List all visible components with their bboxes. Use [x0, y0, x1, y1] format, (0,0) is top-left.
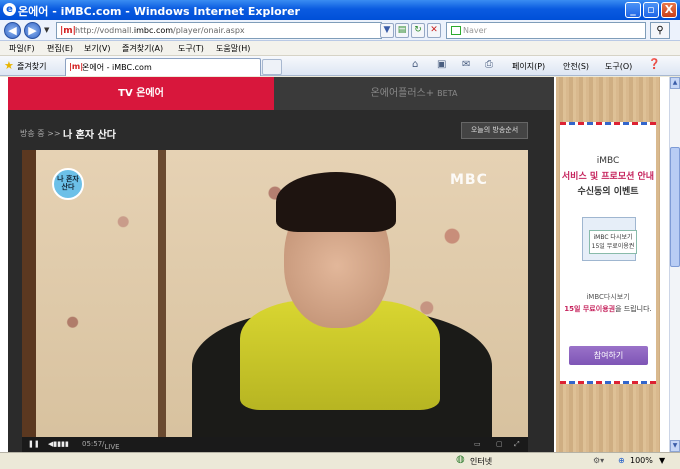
- menu-help[interactable]: 도움말(H): [216, 43, 250, 54]
- beta-badge: BETA: [437, 89, 458, 98]
- video-scene-hair: [276, 172, 396, 232]
- page-content: TV 온에어 온에어플러스+ BETA 방송 중 >> 나 혼자 산다 오늘의 방…: [0, 77, 669, 452]
- page-menu[interactable]: 페이지(P): [512, 61, 545, 72]
- ad-subtitle: 수신동의 이벤트: [577, 187, 639, 197]
- ad-line2: 15일 무료이용권을 드립니다.: [564, 305, 652, 313]
- forward-icon[interactable]: ▶: [24, 22, 41, 39]
- menu-file[interactable]: 파일(F): [9, 43, 35, 54]
- favorites-star-icon[interactable]: ★: [4, 59, 14, 72]
- history-dropdown-icon[interactable]: ▼: [44, 26, 49, 34]
- status-bar: ◍ 인터넷 ⚙▾ ⊕ 100% ▼: [0, 452, 680, 469]
- program-title: 나 혼자 산다: [63, 130, 116, 141]
- back-icon[interactable]: ◀: [4, 22, 21, 39]
- internet-zone-icon: ◍: [456, 454, 465, 465]
- tools-menu[interactable]: 도구(O): [605, 61, 632, 72]
- search-provider-icon: [451, 26, 461, 35]
- join-button[interactable]: 참여하기: [569, 346, 648, 365]
- program-badge-logo: 나 혼자 산다: [52, 168, 84, 200]
- search-icon[interactable]: ⚲: [650, 22, 670, 39]
- time-display: 05:57: [82, 440, 103, 448]
- zoom-dropdown-icon[interactable]: ▼: [659, 456, 665, 465]
- tab-tv-onair[interactable]: TV 온에어: [8, 77, 274, 110]
- video-scene-frame: [22, 150, 36, 437]
- ad-line1: iMBC다시보기: [586, 293, 630, 301]
- menu-favorites[interactable]: 즐겨찾기(A): [122, 43, 163, 54]
- url-text: http://vodmall.imbc.com/player/onair.asp…: [75, 26, 245, 35]
- address-bar: ◀ ▶ ▼ |m| http://vodmall.imbc.com/player…: [0, 20, 680, 41]
- video-scene-pillar: [158, 150, 166, 437]
- help-icon[interactable]: ❓: [648, 59, 660, 70]
- ad-title: 서비스 및 프로모션 안내: [561, 172, 655, 182]
- maximize-button[interactable]: ▫: [643, 2, 659, 18]
- vertical-scrollbar[interactable]: ▲ ▼: [669, 77, 680, 452]
- close-button[interactable]: X: [661, 2, 677, 18]
- ad-border-bottom: [560, 381, 656, 384]
- tab-onair-plus-label: 온에어플러스+: [370, 88, 435, 99]
- security-zone-label: 인터넷: [470, 457, 493, 466]
- favorites-button[interactable]: 즐겨찾기: [17, 61, 46, 72]
- now-playing-label: 방송 중 >>: [20, 129, 61, 138]
- print-icon[interactable]: ⎙: [485, 59, 493, 70]
- video-player[interactable]: 나 혼자 산다 MBC: [22, 150, 528, 437]
- ie-window: e 온에어 - iMBC.com - Windows Internet Expl…: [0, 0, 680, 469]
- tab-onair-plus[interactable]: 온에어플러스+ BETA: [274, 77, 554, 110]
- favorites-bar: ★ 즐겨찾기 |m| 온에어 - iMBC.com ⌂ ▣ ✉ ⎙ 페이지(P)…: [0, 56, 680, 76]
- ie-logo-icon: e: [3, 3, 16, 16]
- fullscreen-icon[interactable]: ⤢: [514, 440, 520, 449]
- stop-icon[interactable]: ✕: [427, 23, 441, 38]
- ad-card: iMBC 서비스 및 프로모션 안내 수신동의 이벤트 iMBC 다시보기 15…: [560, 122, 656, 384]
- ad-border-top: [560, 122, 656, 125]
- search-input[interactable]: Naver: [446, 22, 646, 39]
- tab-title: 온에어 - iMBC.com: [82, 63, 152, 72]
- search-placeholder: Naver: [463, 26, 487, 35]
- menu-edit[interactable]: 편집(E): [47, 43, 73, 54]
- menu-tools[interactable]: 도구(T): [178, 43, 204, 54]
- broadcaster-logo: MBC: [450, 172, 488, 188]
- minimize-button[interactable]: _: [625, 2, 641, 18]
- title-bar: e 온에어 - iMBC.com - Windows Internet Expl…: [0, 0, 680, 20]
- zoom-icon[interactable]: ⊕: [618, 456, 625, 465]
- pause-icon[interactable]: ❚❚: [28, 440, 40, 448]
- zoom-level[interactable]: 100%: [630, 456, 653, 465]
- scroll-down-icon[interactable]: ▼: [670, 440, 680, 452]
- side-banner-ad[interactable]: iMBC 서비스 및 프로모션 안내 수신동의 이벤트 iMBC 다시보기 15…: [556, 77, 660, 452]
- protected-mode-icon[interactable]: ⚙▾: [593, 456, 604, 465]
- ad-ticket-image: iMBC 다시보기 15일 무료이용권: [582, 217, 637, 261]
- menu-view[interactable]: 보기(V): [84, 43, 110, 54]
- live-label: / LIVE: [102, 440, 120, 451]
- safety-menu[interactable]: 안전(S): [563, 61, 589, 72]
- mail-icon[interactable]: ✉: [462, 59, 470, 70]
- site-favicon: |m|: [60, 26, 76, 36]
- quality-icon[interactable]: ▭: [474, 440, 481, 448]
- pip-icon[interactable]: ▢: [496, 440, 503, 448]
- scroll-up-icon[interactable]: ▲: [670, 77, 680, 89]
- player-controls: ❚❚ ◀▮▮▮▮ 05:57 / LIVE ▭ ▢ ⤢: [22, 437, 528, 452]
- url-input[interactable]: |m| http://vodmall.imbc.com/player/onair…: [56, 22, 382, 39]
- schedule-button[interactable]: 오늘의 방송순서: [461, 122, 528, 139]
- compatibility-icon[interactable]: ▤: [395, 23, 409, 38]
- window-title: 온에어 - iMBC.com - Windows Internet Explor…: [18, 5, 300, 18]
- player-area: TV 온에어 온에어플러스+ BETA 방송 중 >> 나 혼자 산다 오늘의 방…: [8, 77, 554, 452]
- url-dropdown-icon[interactable]: ▼: [380, 23, 394, 38]
- ad-ticket-text: iMBC 다시보기 15일 무료이용권: [589, 230, 637, 254]
- home-icon[interactable]: ⌂: [412, 59, 418, 70]
- new-tab-button[interactable]: [262, 59, 282, 75]
- browser-tab[interactable]: |m| 온에어 - iMBC.com: [65, 58, 261, 76]
- volume-icon[interactable]: ◀▮▮▮▮: [48, 440, 69, 448]
- feeds-icon[interactable]: ▣: [437, 59, 446, 70]
- refresh-icon[interactable]: ↻: [411, 23, 425, 38]
- ad-brand: iMBC: [596, 156, 620, 166]
- scroll-thumb[interactable]: [670, 147, 680, 267]
- menu-bar: 파일(F) 편집(E) 보기(V) 즐겨찾기(A) 도구(T) 도움말(H): [0, 41, 680, 56]
